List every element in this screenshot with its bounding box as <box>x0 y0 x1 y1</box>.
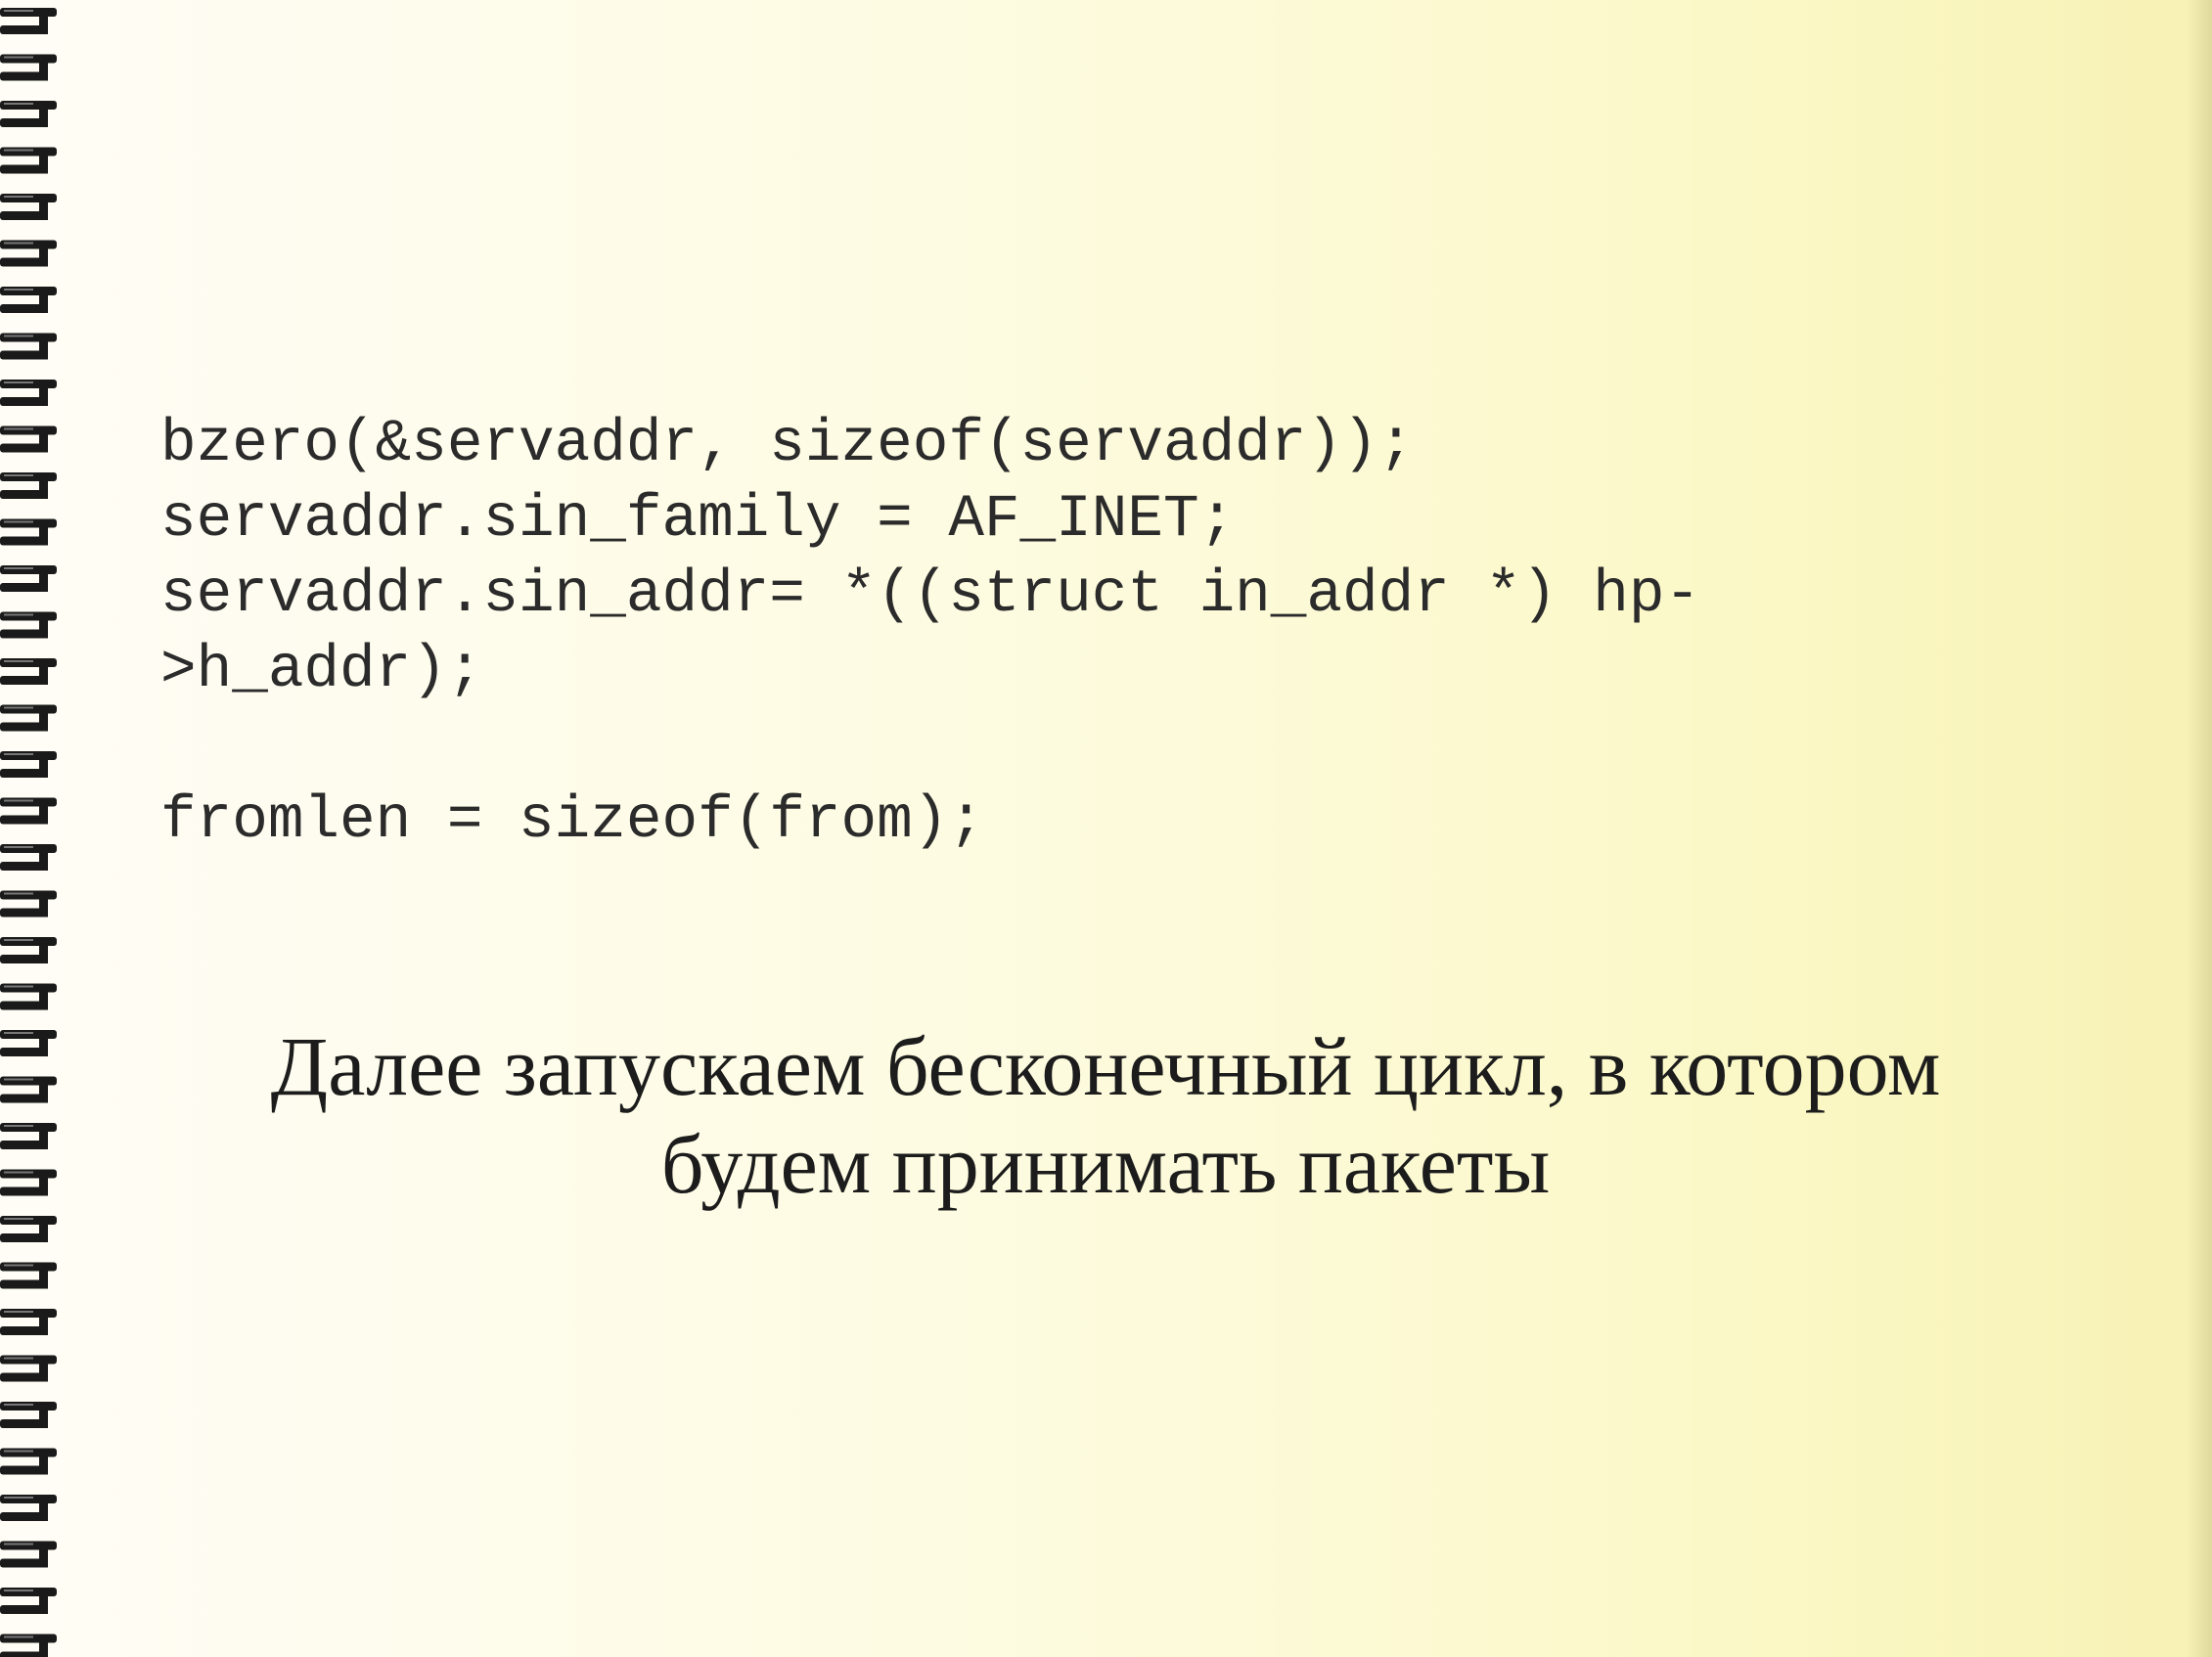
code-block: bzero(&servaddr, sizeof(servaddr)); serva… <box>160 407 1700 859</box>
code-line: >h_addr); <box>160 637 483 704</box>
spiral-ring <box>0 101 57 127</box>
spiral-ring <box>0 1216 57 1242</box>
spiral-ring <box>0 147 57 174</box>
spiral-ring <box>0 1030 57 1056</box>
spiral-ring <box>0 937 57 963</box>
spiral-ring <box>0 1262 57 1289</box>
spiral-ring <box>0 1495 57 1521</box>
spiral-ring <box>0 1588 57 1614</box>
spiral-ring <box>0 797 57 825</box>
spiral-ring <box>0 240 57 267</box>
caption-line: будем принимать пакеты <box>660 1117 1551 1211</box>
slide-caption: Далее запускаем бесконечный цикл, в кото… <box>157 1017 2054 1213</box>
spiral-ring <box>0 565 57 592</box>
spiral-ring <box>0 1123 57 1149</box>
spiral-ring <box>0 658 57 685</box>
spiral-ring <box>0 1076 57 1103</box>
spiral-ring <box>0 704 57 732</box>
spiral-ring <box>0 1402 57 1428</box>
spiral-ring <box>0 425 57 453</box>
spiral-ring <box>0 1309 57 1335</box>
spiral-ring <box>0 287 57 313</box>
code-line: servaddr.sin_family = AF_INET; <box>160 486 1236 554</box>
code-line: servaddr.sin_addr= *((struct in_addr *) … <box>160 561 1701 629</box>
code-line: bzero(&servaddr, sizeof(servaddr)); <box>160 411 1415 478</box>
spiral-ring <box>0 611 57 639</box>
spiral-ring <box>0 1448 57 1475</box>
caption-line: Далее запускаем бесконечный цикл, в кото… <box>270 1019 1941 1113</box>
spiral-ring <box>0 518 57 546</box>
spiral-ring <box>0 1355 57 1382</box>
code-line: fromlen = sizeof(from); <box>160 787 984 855</box>
page-edge-shadow <box>2187 0 2212 1657</box>
spiral-ring <box>0 472 57 499</box>
spiral-binding-icon <box>0 8 57 1657</box>
spiral-ring <box>0 54 57 81</box>
spiral-ring <box>0 751 57 778</box>
spiral-ring <box>0 1634 57 1657</box>
spiral-ring <box>0 8 57 34</box>
spiral-ring <box>0 890 57 918</box>
spiral-ring <box>0 1169 57 1196</box>
spiral-ring <box>0 194 57 220</box>
spiral-ring <box>0 844 57 871</box>
spiral-ring <box>0 983 57 1010</box>
slide: bzero(&servaddr, sizeof(servaddr)); serva… <box>0 0 2212 1657</box>
spiral-ring <box>0 333 57 360</box>
spiral-ring <box>0 1541 57 1568</box>
spiral-ring <box>0 380 57 406</box>
